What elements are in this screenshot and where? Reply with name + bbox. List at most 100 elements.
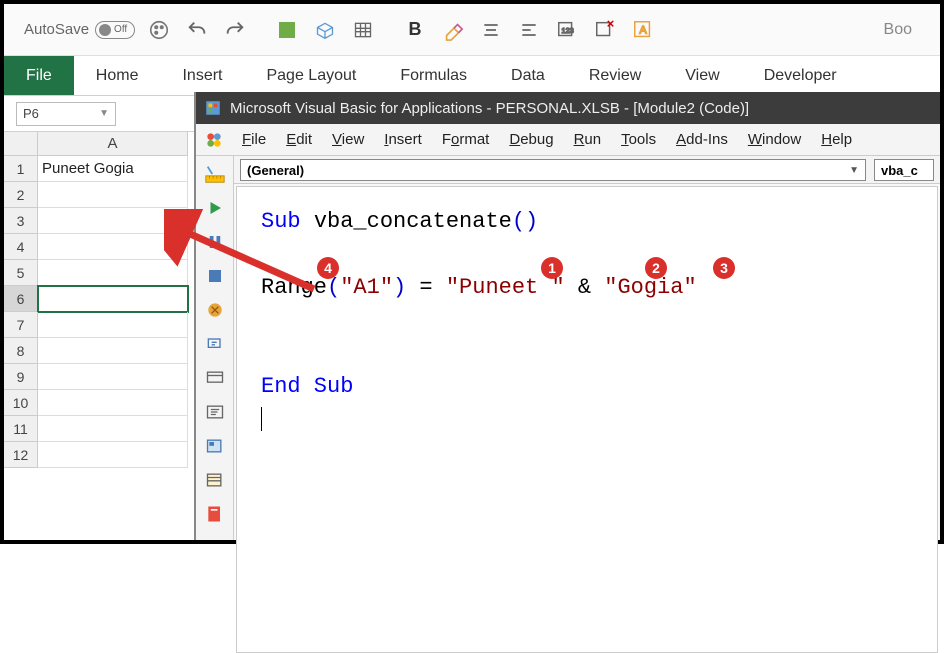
table-icon[interactable]: [349, 16, 377, 44]
cell-a5[interactable]: [38, 260, 188, 286]
vba-object-value: (General): [247, 163, 304, 178]
undo-icon[interactable]: [183, 16, 211, 44]
decimal-icon[interactable]: 123: [553, 16, 581, 44]
row-header-11[interactable]: 11: [4, 416, 38, 442]
fill-color-icon[interactable]: [273, 16, 301, 44]
cell-a9[interactable]: [38, 364, 188, 390]
row-header-1[interactable]: 1: [4, 156, 38, 182]
palette-icon[interactable]: [145, 16, 173, 44]
svg-text:123: 123: [562, 25, 574, 34]
stop-icon[interactable]: [203, 264, 227, 288]
cell-a4[interactable]: [38, 234, 188, 260]
vba-menubar: File Edit View Insert Format Debug Run T…: [196, 124, 940, 156]
annotation-badge-3: 3: [713, 257, 735, 279]
annotation-badge-1: 1: [541, 257, 563, 279]
cell-a7[interactable]: [38, 312, 188, 338]
vba-menu-window[interactable]: Window: [740, 129, 809, 150]
step-icon[interactable]: [203, 332, 227, 356]
breakpoint-icon[interactable]: [203, 298, 227, 322]
workbook-name: Boo: [884, 21, 920, 39]
toggle-knob: [99, 24, 111, 36]
cell-a11[interactable]: [38, 416, 188, 442]
ribbon-tab-formulas[interactable]: Formulas: [378, 56, 489, 95]
cell-a12[interactable]: [38, 442, 188, 468]
vba-menu-debug[interactable]: Debug: [501, 129, 561, 150]
vba-object-dropdown[interactable]: (General) ▼: [240, 159, 866, 181]
ribbon-tab-page-layout[interactable]: Page Layout: [244, 56, 378, 95]
ribbon-tab-file[interactable]: File: [4, 56, 74, 95]
vba-menu-view[interactable]: View: [324, 129, 372, 150]
cell-a10[interactable]: [38, 390, 188, 416]
project-icon[interactable]: [203, 434, 227, 458]
vba-logo-icon: [204, 130, 224, 150]
vba-procedure-dropdown[interactable]: vba_c: [874, 159, 934, 181]
ruler-icon[interactable]: [203, 162, 227, 186]
vba-menu-edit[interactable]: Edit: [278, 129, 320, 150]
ribbon-tab-data[interactable]: Data: [489, 56, 567, 95]
vba-procedure-value: vba_c: [881, 163, 918, 178]
vba-menu-help[interactable]: Help: [813, 129, 860, 150]
row-header-2[interactable]: 2: [4, 182, 38, 208]
annotation-badge-2: 2: [645, 257, 667, 279]
run-icon[interactable]: [203, 196, 227, 220]
chevron-down-icon[interactable]: ▼: [99, 108, 109, 119]
cell-a8[interactable]: [38, 338, 188, 364]
excel-ribbon: File Home Insert Page Layout Formulas Da…: [4, 56, 940, 96]
cell-a3[interactable]: [38, 208, 188, 234]
clear-format-icon[interactable]: [439, 16, 467, 44]
vba-menu-tools[interactable]: Tools: [613, 129, 664, 150]
vba-menu-format[interactable]: Format: [434, 129, 498, 150]
name-box-value: P6: [23, 106, 39, 121]
vba-app-icon: [204, 99, 222, 117]
properties-icon[interactable]: [203, 468, 227, 492]
text-cursor: [261, 407, 262, 431]
vba-menu-file[interactable]: File: [234, 129, 274, 150]
watch-icon[interactable]: [203, 366, 227, 390]
ribbon-tab-view[interactable]: View: [663, 56, 741, 95]
row-header-10[interactable]: 10: [4, 390, 38, 416]
row-header-3[interactable]: 3: [4, 208, 38, 234]
toggle-switch[interactable]: Off: [95, 21, 135, 39]
row-header-4[interactable]: 4: [4, 234, 38, 260]
cell-a6[interactable]: [38, 286, 188, 312]
excel-quick-access-toolbar: AutoSave Off B 123 A Boo: [4, 4, 940, 56]
row-header-8[interactable]: 8: [4, 338, 38, 364]
immediate-icon[interactable]: [203, 400, 227, 424]
vba-titlebar[interactable]: Microsoft Visual Basic for Applications …: [196, 92, 940, 124]
row-header-7[interactable]: 7: [4, 312, 38, 338]
row-header-12[interactable]: 12: [4, 442, 38, 468]
vba-code-area: (General) ▼ vba_c Sub vba_concatenate() …: [234, 156, 940, 540]
cell-a1[interactable]: Puneet Gogia: [38, 156, 188, 182]
box-icon[interactable]: [311, 16, 339, 44]
row-header-6[interactable]: 6: [4, 286, 38, 312]
column-header-a[interactable]: A: [38, 132, 188, 156]
row-header-9[interactable]: 9: [4, 364, 38, 390]
ribbon-tab-insert[interactable]: Insert: [160, 56, 244, 95]
vba-code-editor[interactable]: Sub vba_concatenate() Range("A1") = "Pun…: [236, 186, 938, 653]
redo-icon[interactable]: [221, 16, 249, 44]
ribbon-tab-review[interactable]: Review: [567, 56, 663, 95]
delete-sheet-icon[interactable]: [591, 16, 619, 44]
select-all-corner[interactable]: [4, 132, 38, 156]
autosave-toggle[interactable]: AutoSave Off: [24, 21, 135, 39]
annotation-badge-4: 4: [317, 257, 339, 279]
font-box-icon[interactable]: A: [629, 16, 657, 44]
vba-toolstrip: [196, 156, 234, 540]
autosave-label: AutoSave: [24, 21, 89, 38]
vba-dropdown-bar: (General) ▼ vba_c: [234, 156, 940, 184]
vba-menu-insert[interactable]: Insert: [376, 129, 430, 150]
cell-a2[interactable]: [38, 182, 188, 208]
chevron-down-icon[interactable]: ▼: [849, 165, 859, 176]
vba-menu-run[interactable]: Run: [566, 129, 610, 150]
pause-icon[interactable]: [203, 230, 227, 254]
ribbon-tab-home[interactable]: Home: [74, 56, 161, 95]
vba-menu-addins[interactable]: Add-Ins: [668, 129, 736, 150]
toggle-state: Off: [114, 24, 127, 35]
bookmark-icon[interactable]: [203, 502, 227, 526]
ribbon-tab-developer[interactable]: Developer: [742, 56, 859, 95]
bold-icon[interactable]: B: [401, 16, 429, 44]
align-center-icon[interactable]: [477, 16, 505, 44]
align-left-icon[interactable]: [515, 16, 543, 44]
row-header-5[interactable]: 5: [4, 260, 38, 286]
name-box[interactable]: P6 ▼: [16, 102, 116, 126]
